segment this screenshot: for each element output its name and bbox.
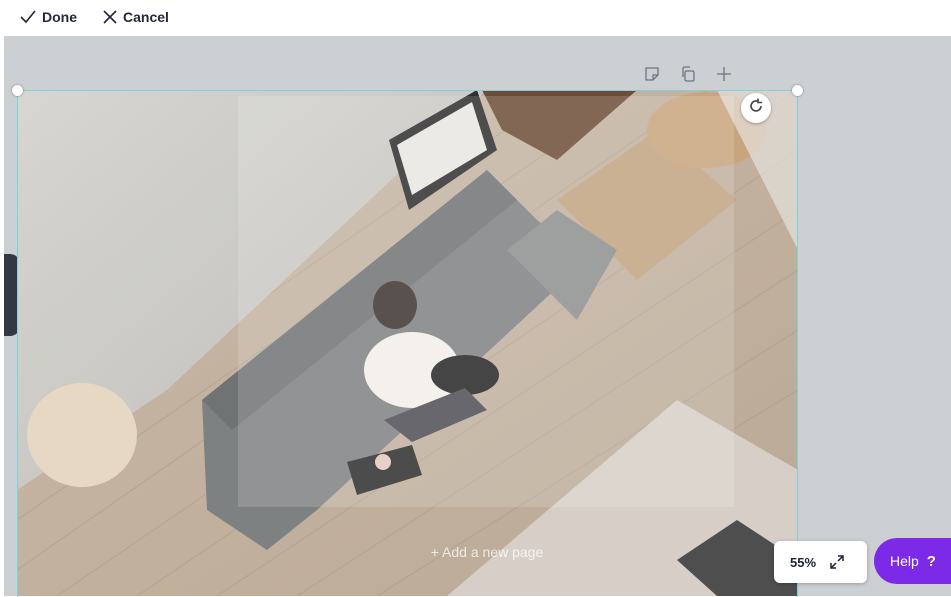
rotate-button[interactable] [741,93,771,123]
cancel-button[interactable]: Cancel [103,6,169,28]
zoom-value[interactable]: 55% [790,555,816,570]
resize-handle-top-left[interactable] [12,85,23,96]
crop-area[interactable] [238,96,734,507]
resize-handle-top-right[interactable] [792,85,803,96]
close-icon [103,10,117,24]
done-button[interactable]: Done [20,6,77,28]
question-icon: ? [926,552,936,570]
help-button[interactable]: Help ? [874,538,951,584]
add-page-button[interactable]: + Add a new page [239,532,735,572]
zoom-control[interactable]: 55% [774,541,867,583]
note-icon[interactable] [643,65,661,83]
done-label: Done [42,9,77,25]
help-label: Help [890,553,919,569]
checkmark-icon [20,10,36,24]
expand-icon[interactable] [830,555,844,569]
page-tools [643,64,733,84]
duplicate-icon[interactable] [679,65,697,83]
rotate-icon [747,97,765,120]
add-icon[interactable] [715,65,733,83]
cancel-label: Cancel [123,9,169,25]
top-toolbar: Done Cancel [0,0,951,36]
